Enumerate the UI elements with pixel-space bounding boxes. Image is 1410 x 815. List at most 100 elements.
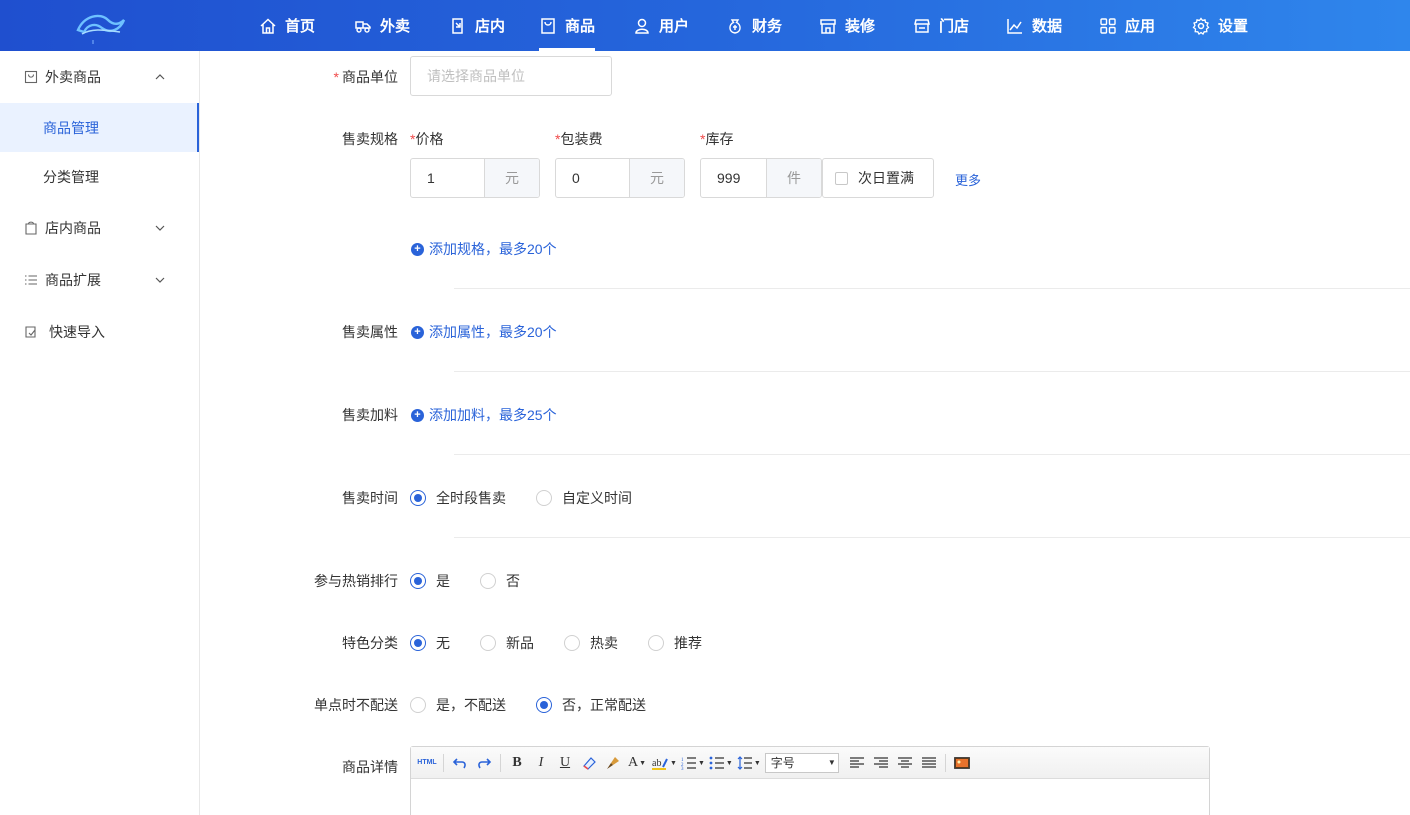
radio-feature-recommend[interactable]: 推荐 xyxy=(648,633,702,653)
unit-select[interactable] xyxy=(410,56,612,96)
highlight-button[interactable]: ab ▼ xyxy=(651,752,677,774)
nav-settings[interactable]: 设置 xyxy=(1192,0,1248,51)
add-attr-button[interactable]: + 添加属性，最多20个 xyxy=(411,322,557,342)
top-nav-bar: 首页 外卖 店内 商品 用户 财务 装修 门店 数据 应用 设置 xyxy=(0,0,1410,51)
radio-feature-new[interactable]: 新品 xyxy=(480,633,534,653)
line-height-button[interactable]: ▼ xyxy=(737,752,761,774)
chart-icon xyxy=(1007,18,1022,34)
undo-icon xyxy=(452,757,466,768)
rich-text-editor: HTML B I U A ▼ ab ▼ 1 2 3 ▼ ▼ ▼ 字号 ▼ xyxy=(410,746,1210,815)
next-day-full-checkbox[interactable]: 次日置满 xyxy=(822,158,934,198)
import-icon xyxy=(25,326,36,338)
nav-finance[interactable]: 财务 xyxy=(726,0,782,51)
feature-label: 特色分类 xyxy=(342,635,398,651)
nav-decorate[interactable]: 装修 xyxy=(819,0,875,51)
home-icon xyxy=(260,17,276,34)
nav-apps[interactable]: 应用 xyxy=(1099,0,1155,51)
gear-icon xyxy=(1192,16,1210,35)
align-left-button[interactable] xyxy=(847,752,867,774)
spec-label: 售卖规格 xyxy=(342,131,398,147)
sidebar: 外卖商品 商品管理 分类管理 店内商品 商品扩展 快速导入 xyxy=(0,51,200,815)
redo-button[interactable] xyxy=(474,752,494,774)
add-addon-button[interactable]: + 添加加料，最多25个 xyxy=(411,405,557,425)
price-unit: 元 xyxy=(484,159,539,197)
radio-label: 自定义时间 xyxy=(562,490,632,506)
sidebar-group-goods-extend[interactable]: 商品扩展 xyxy=(0,254,199,306)
unit-label: * 商品单位 xyxy=(333,69,398,85)
svg-text:ab: ab xyxy=(652,758,661,769)
sidebar-item-category-manage[interactable]: 分类管理 xyxy=(0,152,199,201)
nav-apps-label: 应用 xyxy=(1125,18,1156,35)
nav-home[interactable]: 首页 xyxy=(259,0,315,51)
align-right-button[interactable] xyxy=(871,752,891,774)
html-source-button[interactable]: HTML xyxy=(417,752,437,774)
radio-time-all[interactable]: 全时段售卖 xyxy=(410,488,506,508)
sidebar-group-delivery-goods[interactable]: 外卖商品 xyxy=(0,51,199,103)
nav-data-label: 数据 xyxy=(1032,18,1063,35)
price-label: *价格 xyxy=(410,131,444,147)
sidebar-group-label: 外卖商品 xyxy=(45,69,101,85)
finance-icon xyxy=(729,18,741,34)
bold-button[interactable]: B xyxy=(507,752,527,774)
align-justify-button[interactable] xyxy=(919,752,939,774)
brand-logo[interactable] xyxy=(74,8,126,44)
nav-goods[interactable]: 商品 xyxy=(539,0,596,51)
radio-single-no[interactable]: 否，正常配送 xyxy=(536,695,646,715)
radio-dot xyxy=(480,635,496,651)
sidebar-group-label: 店内商品 xyxy=(45,220,101,236)
radio-single-yes[interactable]: 是，不配送 xyxy=(410,695,506,715)
next-day-full-label: 次日置满 xyxy=(858,170,914,186)
redo-icon xyxy=(478,757,492,768)
radio-dot xyxy=(536,697,552,713)
nav-user[interactable]: 用户 xyxy=(633,0,689,51)
radio-feature-hot[interactable]: 热卖 xyxy=(564,633,618,653)
radio-hot-yes[interactable]: 是 xyxy=(410,571,450,591)
sidebar-item-label: 商品管理 xyxy=(43,119,99,136)
toolbar-separator xyxy=(944,753,946,772)
add-spec-label: 添加规格，最多20个 xyxy=(429,241,557,257)
nav-dine-in-label: 店内 xyxy=(475,18,506,35)
nav-home-label: 首页 xyxy=(285,18,316,35)
dropdown-caret-icon: ▼ xyxy=(639,758,647,767)
package-fee-input[interactable]: 0 xyxy=(556,159,629,197)
hot-rank-label: 参与热销排行 xyxy=(314,573,398,589)
nav-delivery[interactable]: 外卖 xyxy=(354,0,410,51)
underline-button[interactable]: U xyxy=(555,752,575,774)
italic-button[interactable]: I xyxy=(531,752,551,774)
undo-button[interactable] xyxy=(450,752,470,774)
font-color-button[interactable]: A ▼ xyxy=(627,752,647,774)
nav-store[interactable]: 门店 xyxy=(913,0,969,51)
ordered-list-button[interactable]: 1 2 3 ▼ xyxy=(681,752,705,774)
radio-dot xyxy=(480,573,496,589)
dropdown-caret-icon: ▼ xyxy=(725,758,733,767)
sidebar-group-label: 商品扩展 xyxy=(45,272,101,288)
nav-user-label: 用户 xyxy=(659,18,690,35)
radio-label: 热卖 xyxy=(590,635,618,651)
plus-circle-icon: + xyxy=(411,408,424,422)
price-input[interactable]: 1 xyxy=(411,159,484,197)
more-link[interactable]: 更多 xyxy=(955,170,981,189)
insert-image-button[interactable] xyxy=(952,752,972,774)
align-center-button[interactable] xyxy=(895,752,915,774)
font-size-select[interactable]: 字号 ▼ xyxy=(764,752,839,773)
eraser-button[interactable] xyxy=(579,752,599,774)
unordered-list-button[interactable]: ▼ xyxy=(709,752,733,774)
radio-feature-none[interactable]: 无 xyxy=(410,633,450,653)
radio-dot xyxy=(564,635,580,651)
radio-label: 新品 xyxy=(506,635,534,651)
radio-dot xyxy=(536,490,552,506)
format-painter-button[interactable] xyxy=(603,752,623,774)
stock-input[interactable]: 999 xyxy=(701,159,766,197)
sidebar-group-instore-goods[interactable]: 店内商品 xyxy=(0,202,199,254)
chevron-down-icon xyxy=(155,225,165,231)
nav-data[interactable]: 数据 xyxy=(1006,0,1062,51)
sidebar-item-goods-manage[interactable]: 商品管理 xyxy=(0,103,199,152)
radio-time-custom[interactable]: 自定义时间 xyxy=(536,488,632,508)
align-center-icon xyxy=(897,756,912,768)
add-spec-button[interactable]: + 添加规格，最多20个 xyxy=(411,239,557,259)
sidebar-group-quick-import[interactable]: 快速导入 xyxy=(0,306,199,358)
chevron-down-icon xyxy=(155,277,165,283)
radio-label: 是 xyxy=(436,573,450,589)
radio-hot-no[interactable]: 否 xyxy=(480,571,520,591)
nav-dine-in[interactable]: 店内 xyxy=(449,0,505,51)
